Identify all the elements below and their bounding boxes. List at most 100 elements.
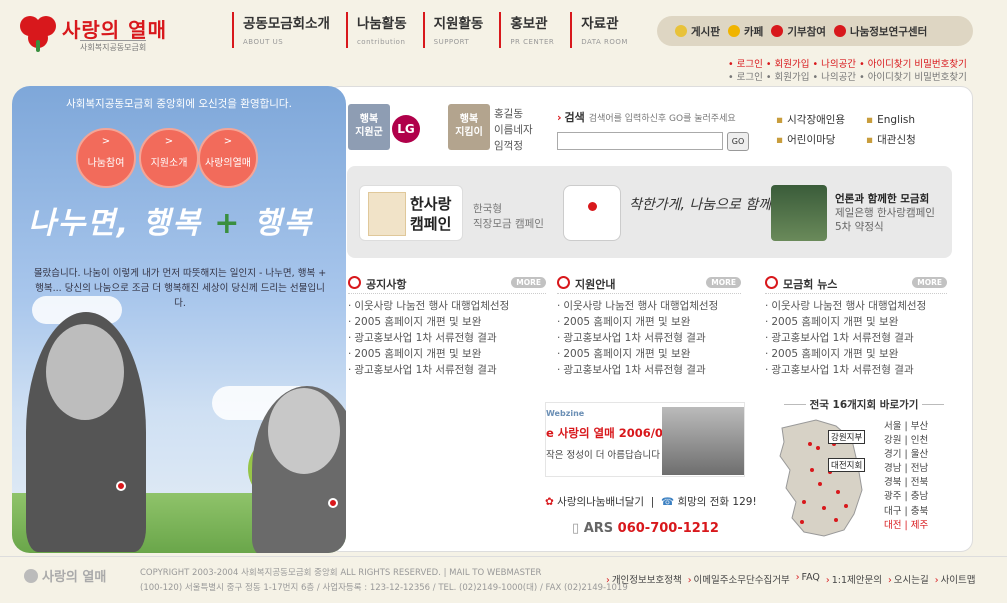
love-fruit-button[interactable]: 사랑의열매	[198, 128, 258, 188]
link-kids[interactable]: 어린이마당	[776, 130, 866, 150]
map-label-daejeon[interactable]: 대전지회	[828, 458, 866, 472]
support-intro-button[interactable]: 지원소개	[139, 128, 199, 188]
more-button[interactable]: MORE	[706, 277, 741, 288]
region-link[interactable]: 경남 | 전남	[884, 462, 944, 476]
sponsor-name: 이름네자	[494, 124, 533, 136]
list-item[interactable]: 광고홍보사업 1차 서류전형 결과	[765, 330, 947, 346]
list-item[interactable]: 광고홍보사업 1차 서류전형 결과	[348, 362, 546, 378]
list-item[interactable]: 2005 홈페이지 개편 및 보완	[557, 346, 741, 362]
list-item[interactable]: 광고홍보사업 1차 서류전형 결과	[348, 330, 546, 346]
webzine-photo	[662, 407, 744, 475]
hotspot-dot[interactable]	[328, 498, 338, 508]
ars-number[interactable]: ▯ ARS 060-700-1212	[572, 521, 719, 536]
footer-link-sitemap[interactable]: 사이트맵	[935, 572, 976, 586]
nav-sublabel: PR CENTER	[510, 38, 555, 46]
login-links-row[interactable]: • 로그인 • 회원가입 • 나의공간 • 아이디찾기 비밀번호찾기	[728, 58, 978, 71]
nav-label: 지원활동	[433, 16, 484, 32]
hero-message: 몰랐습니다. 나눔이 이렇게 내가 먼저 따뜻해지는 일인지 - 나누면, 행복…	[33, 268, 327, 309]
news-banner[interactable]: 언론과 함께한 모금회 제일은행 한사랑캠페인 5차 약정식	[835, 192, 935, 234]
support-board: 지원안내 MORE 이웃사랑 나눔전 행사 대행업체선정 2005 홈페이지 개편…	[557, 276, 741, 378]
good-store-logo[interactable]	[563, 185, 621, 241]
more-button[interactable]: MORE	[912, 277, 947, 288]
fruit-logo-icon	[18, 12, 62, 56]
list-item[interactable]: 2005 홈페이지 개편 및 보완	[348, 314, 546, 330]
region-link[interactable]: 서울 | 부산	[884, 420, 944, 434]
workplace-campaign-banner[interactable]: 한사랑 캠페인	[359, 185, 463, 241]
campaign-description: 한국형 직장모금 캠페인	[473, 203, 544, 230]
board-title[interactable]: 모금회 뉴스	[783, 278, 837, 291]
map-label-gangwon[interactable]: 강원지부	[828, 430, 866, 444]
sponsor-name: 임꺽정	[494, 140, 523, 152]
footer-link-directions[interactable]: 오시는길	[888, 572, 929, 586]
list-item[interactable]: 광고홍보사업 1차 서류전형 결과	[557, 330, 741, 346]
news-photo[interactable]	[771, 185, 827, 241]
nav-support[interactable]: 지원활동 SUPPORT	[422, 12, 494, 48]
list-item[interactable]: 광고홍보사업 1차 서류전형 결과	[765, 362, 947, 378]
util-research[interactable]: 나눔정보연구센터	[833, 24, 927, 39]
login-links[interactable]: • 로그인 • 회원가입 • 나의공간 • 아이디찾기 비밀번호찾기 • 로그인…	[728, 58, 978, 84]
utility-bar: 게시판 카페 기부참여 나눔정보연구센터	[657, 16, 973, 46]
branch-map-title: 전국 16개지회 바로가기	[774, 397, 954, 412]
mobile-phone-icon: ▯	[572, 521, 580, 536]
util-board[interactable]: 게시판	[675, 24, 720, 39]
sponsor-name: 홍길동	[494, 108, 523, 120]
search-input[interactable]	[557, 132, 723, 150]
ars-label: ARS	[583, 521, 614, 536]
link-english[interactable]: English	[866, 110, 956, 130]
nav-pr-center[interactable]: 홍보관 PR CENTER	[499, 12, 564, 48]
link-visually-impaired[interactable]: 시각장애인용	[776, 110, 866, 130]
region-link[interactable]: 대전 | 제주	[884, 519, 944, 533]
footer-link-privacy[interactable]: 개인정보보호정책	[606, 572, 682, 586]
util-donate[interactable]: 기부참여	[771, 24, 826, 39]
list-item[interactable]: 광고홍보사업 1차 서류전형 결과	[557, 362, 741, 378]
banner-link-hope-call[interactable]: 희망의 전화 129!	[677, 496, 756, 508]
more-button[interactable]: MORE	[511, 277, 546, 288]
happy-supporter-badge: 행복 지원군	[348, 104, 390, 150]
happy-guardian-badge: 행복 지킴이	[448, 104, 490, 150]
hotspot-dot[interactable]	[116, 481, 126, 491]
list-item[interactable]: 2005 홈페이지 개편 및 보완	[348, 346, 546, 362]
list-item[interactable]: 2005 홈페이지 개편 및 보완	[765, 346, 947, 362]
region-link[interactable]: 광주 | 충남	[884, 490, 944, 504]
participate-button[interactable]: 나눔참여	[76, 128, 136, 188]
login-links-row[interactable]: • 로그인 • 회원가입 • 나의공간 • 아이디찾기 비밀번호찾기	[728, 71, 978, 84]
region-link[interactable]: 경기 | 울산	[884, 448, 944, 462]
slogan-plus: +	[214, 206, 242, 241]
list-item[interactable]: 이웃사랑 나눔전 행사 대행업체선정	[557, 298, 741, 314]
footer-link-inquiry[interactable]: 1:1제안문의	[826, 572, 882, 586]
news-description: 제일은행 한사랑캠페인 5차 약정식	[835, 207, 935, 233]
webzine-banner[interactable]: Webzine e 사랑의 열매 2006/03~04 작은 정성이 더 아름답…	[545, 402, 745, 477]
list-item[interactable]: 2005 홈페이지 개편 및 보완	[765, 314, 947, 330]
news-board: 모금회 뉴스 MORE 이웃사랑 나눔전 행사 대행업체선정 2005 홈페이지 …	[765, 276, 947, 378]
site-logo[interactable]: 사랑의 열매 사회복지공동모금회	[18, 10, 198, 54]
copyright: COPYRIGHT 2003-2004 사회복지공동모금회 중앙회 ALL RI…	[140, 566, 628, 596]
copyright-line: COPYRIGHT 2003-2004 사회복지공동모금회 중앙회 ALL RI…	[140, 568, 542, 578]
nav-data-room[interactable]: 자료관 DATA ROOM	[570, 12, 638, 48]
banner-link-share[interactable]: 사랑의나눔배너달기	[557, 496, 644, 508]
link-venue-rental[interactable]: 대관신청	[866, 130, 956, 150]
list-item[interactable]: 이웃사랑 나눔전 행사 대행업체선정	[765, 298, 947, 314]
fruit-logo-icon	[24, 569, 38, 583]
list-item[interactable]: 이웃사랑 나눔전 행사 대행업체선정	[348, 298, 546, 314]
nav-about[interactable]: 공동모금회소개 ABOUT US	[232, 12, 340, 48]
nav-sublabel: SUPPORT	[433, 38, 470, 46]
nav-contribution[interactable]: 나눔활동 contribution	[345, 12, 417, 48]
region-link[interactable]: 경북 | 전북	[884, 476, 944, 490]
util-cafe[interactable]: 카페	[727, 24, 763, 39]
slogan-part: 나누면, 행복	[28, 206, 202, 241]
footer-link-faq[interactable]: FAQ	[796, 572, 820, 586]
main-navigation: 공동모금회소개 ABOUT US 나눔활동 contribution 지원활동 SUP…	[232, 12, 644, 52]
welcome-text: 사회복지공동모금회 중앙회에 오신것을 환영합니다.	[66, 98, 292, 110]
region-link[interactable]: 강원 | 인천	[884, 434, 944, 448]
lg-logo-icon: LG	[392, 115, 420, 143]
list-item[interactable]: 2005 홈페이지 개편 및 보완	[557, 314, 741, 330]
footer-link-email-policy[interactable]: 이메일주소무단수집거부	[688, 572, 790, 586]
util-label: 게시판	[691, 25, 720, 38]
phone-icon: ☎	[661, 496, 675, 508]
board-title[interactable]: 공지사항	[366, 278, 406, 291]
region-list: 서울 | 부산 강원 | 인천 경기 | 울산 경남 | 전남 경북 | 전북 …	[884, 420, 944, 533]
webzine-tag: Webzine	[546, 409, 585, 418]
search-go-button[interactable]: GO	[727, 132, 749, 151]
board-title[interactable]: 지원안내	[575, 278, 615, 291]
region-link[interactable]: 대구 | 충북	[884, 505, 944, 519]
